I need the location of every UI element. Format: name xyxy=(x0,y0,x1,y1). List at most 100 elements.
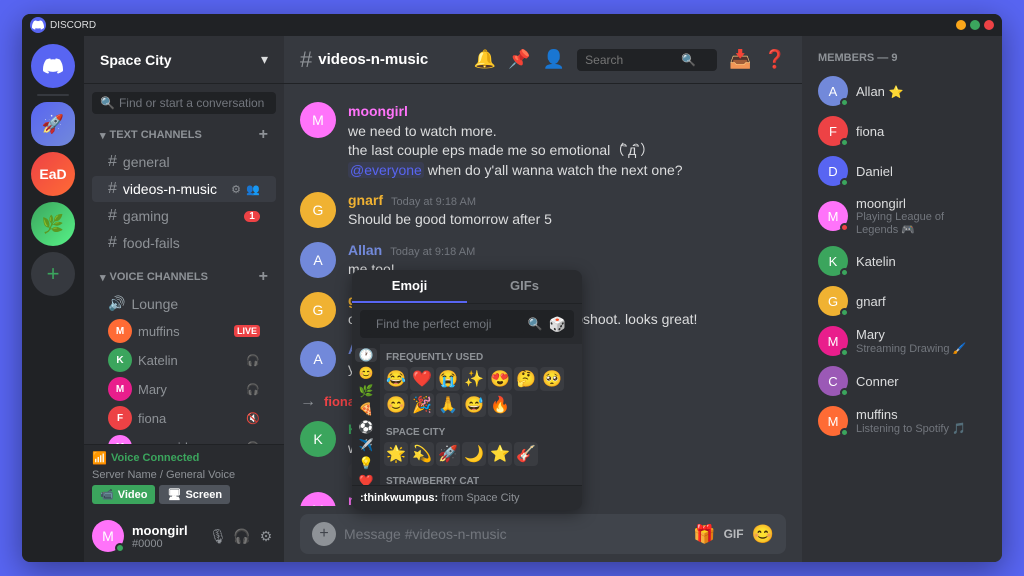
emoji-item[interactable]: 😭 xyxy=(436,367,460,391)
emoji-item[interactable]: 😂 xyxy=(384,367,408,391)
member-item-muffins[interactable]: M muffins Listening to Spotify 🎵 xyxy=(810,402,994,440)
channel-item-lounge[interactable]: 🔊 Lounge xyxy=(92,291,276,316)
member-item-fiona[interactable]: F fiona xyxy=(810,112,994,150)
emoji-item[interactable]: 😊 xyxy=(384,393,408,417)
gift-icon[interactable]: 🎁 xyxy=(693,524,715,545)
emoji-cat-nature[interactable]: 🌿 xyxy=(355,384,377,398)
message-input[interactable] xyxy=(344,526,685,542)
emoji-cat-symbols[interactable]: ❤️ xyxy=(355,474,377,485)
emoji-cat-food[interactable]: 🍕 xyxy=(355,402,377,416)
avatar-muffins: M xyxy=(108,319,132,343)
minimize-btn[interactable] xyxy=(956,20,966,30)
add-server-button[interactable]: + xyxy=(31,252,75,296)
bell-icon[interactable]: 🔔 xyxy=(474,49,496,70)
add-channel-icon[interactable]: + xyxy=(259,126,268,144)
header-search[interactable]: 🔍 xyxy=(577,49,717,71)
emoji-tab-emoji[interactable]: Emoji xyxy=(352,270,467,303)
sidebar-search[interactable]: 🔍 Find or start a conversation xyxy=(84,84,284,114)
emoji-item[interactable]: 🤔 xyxy=(514,367,538,391)
member-item-gnarf[interactable]: G gnarf xyxy=(810,282,994,320)
emoji-input-icon[interactable]: 😊 xyxy=(752,524,774,545)
emoji-random-icon[interactable]: 🎲 xyxy=(549,316,566,333)
emoji-cat-people[interactable]: 😊 xyxy=(355,366,377,380)
user-avatar: M xyxy=(92,520,124,552)
member-item-daniel[interactable]: D Daniel xyxy=(810,152,994,190)
emoji-item[interactable]: ✨ xyxy=(462,367,486,391)
pin-icon[interactable]: 📌 xyxy=(508,49,530,70)
msg3-timestamp: Today at 9:18 AM xyxy=(390,246,475,258)
member-info-mary: Mary Streaming Drawing 🖌️ xyxy=(856,327,986,355)
emoji-item[interactable]: 🥺 xyxy=(540,367,564,391)
user-controls: 🎙 🎧 ⚙ xyxy=(208,526,276,546)
voice-user-fiona[interactable]: F fiona 🔇 xyxy=(92,404,276,432)
channel-item-food-fails[interactable]: # food-fails xyxy=(92,230,276,256)
gif-icon[interactable]: GIF xyxy=(724,527,744,541)
header-search-input[interactable] xyxy=(585,53,675,67)
server-icon-discord-home[interactable] xyxy=(31,44,75,88)
emoji-section-strawberry-cat: STRAWBERRY CAT xyxy=(384,472,578,485)
emoji-cat-activities[interactable]: ⚽ xyxy=(355,420,377,434)
help-icon[interactable]: ❓ xyxy=(764,49,786,70)
emoji-item[interactable]: 😍 xyxy=(488,367,512,391)
video-label: Video xyxy=(118,489,148,501)
emoji-picker-tabs: Emoji GIFs xyxy=(352,270,582,304)
member-item-conner[interactable]: C Conner xyxy=(810,362,994,400)
video-button[interactable]: 📹 Video xyxy=(92,485,155,504)
close-btn[interactable] xyxy=(984,20,994,30)
member-item-allan[interactable]: A Allan ⭐ xyxy=(810,72,994,110)
emoji-item[interactable]: 🌙 xyxy=(462,442,486,466)
emoji-item[interactable]: 💫 xyxy=(410,442,434,466)
emoji-item[interactable]: 🎸 xyxy=(514,442,538,466)
emoji-cat-recent[interactable]: 🕐 xyxy=(355,348,377,362)
emoji-item[interactable]: 🎉 xyxy=(410,393,434,417)
settings-icon[interactable]: ⚙ xyxy=(229,182,243,196)
text-channels-header[interactable]: ▾ TEXT CHANNELS + xyxy=(84,122,284,148)
member-item-moongirl[interactable]: M moongirl Playing League of Legends 🎮 xyxy=(810,192,994,240)
member-avatar-daniel: D xyxy=(818,156,848,186)
member-name-daniel: Daniel xyxy=(856,164,986,179)
emoji-item[interactable]: 🚀 xyxy=(436,442,460,466)
settings-button[interactable]: ⚙ xyxy=(256,526,276,546)
inbox-icon[interactable]: 📥 xyxy=(729,49,751,70)
emoji-item[interactable]: 🔥 xyxy=(488,393,512,417)
member-item-mary[interactable]: M Mary Streaming Drawing 🖌️ xyxy=(810,322,994,360)
member-status-muffins xyxy=(840,428,849,437)
emoji-item[interactable]: 🌟 xyxy=(384,442,408,466)
add-attachment-button[interactable]: + xyxy=(312,522,336,546)
maximize-btn[interactable] xyxy=(970,20,980,30)
emoji-item[interactable]: 🙏 xyxy=(436,393,460,417)
emoji-search-input[interactable] xyxy=(368,313,524,335)
deafen-button[interactable]: 🎧 xyxy=(232,526,252,546)
member-status-allan xyxy=(840,98,849,107)
chat-channel-name: videos-n-music xyxy=(318,51,428,68)
channel-item-general[interactable]: # general xyxy=(92,149,276,175)
mute-button[interactable]: 🎙 xyxy=(208,526,228,546)
server-icon-space-city[interactable]: 🚀 xyxy=(31,102,75,146)
emoji-item[interactable]: ⭐ xyxy=(488,442,512,466)
member-item-katelin[interactable]: K Katelin xyxy=(810,242,994,280)
add-voice-channel-icon[interactable]: + xyxy=(259,268,268,286)
server-header[interactable]: Space City ▾ xyxy=(84,36,284,84)
headset-icon-mary: 🎧 xyxy=(246,383,260,396)
voice-server-info: Server Name / General Voice xyxy=(92,469,276,481)
channel-item-gaming[interactable]: # gaming 1 xyxy=(92,203,276,229)
voice-user-moongirl[interactable]: M moongirl 🎧 xyxy=(92,433,276,444)
main-content: 🚀 EaD 🌿 + Space City ▾ 🔍 Find or start a… xyxy=(22,36,1002,562)
members-icon[interactable]: 👥 xyxy=(246,182,260,196)
emoji-tab-gifs[interactable]: GIFs xyxy=(467,270,582,303)
server-icon-3[interactable]: 🌿 xyxy=(31,202,75,246)
members-toggle-icon[interactable]: 👤 xyxy=(543,49,565,70)
member-name-muffins: muffins xyxy=(856,407,986,422)
emoji-cat-travel[interactable]: ✈️ xyxy=(355,438,377,452)
emoji-item[interactable]: ❤️ xyxy=(410,367,434,391)
voice-channels-header[interactable]: ▾ VOICE CHANNELS + xyxy=(84,264,284,290)
server-icon-2[interactable]: EaD xyxy=(31,152,75,196)
voice-user-muffins[interactable]: M muffins LIVE xyxy=(92,317,276,345)
voice-user-katelin[interactable]: K Katelin 🎧 xyxy=(92,346,276,374)
voice-user-name-mary: Mary xyxy=(138,382,240,397)
emoji-cat-objects[interactable]: 💡 xyxy=(355,456,377,470)
screen-share-button[interactable]: 🖥 Screen xyxy=(159,485,230,504)
voice-user-mary[interactable]: M Mary 🎧 xyxy=(92,375,276,403)
emoji-item[interactable]: 😅 xyxy=(462,393,486,417)
channel-item-videos-n-music[interactable]: # videos-n-music ⚙ 👥 xyxy=(92,176,276,202)
